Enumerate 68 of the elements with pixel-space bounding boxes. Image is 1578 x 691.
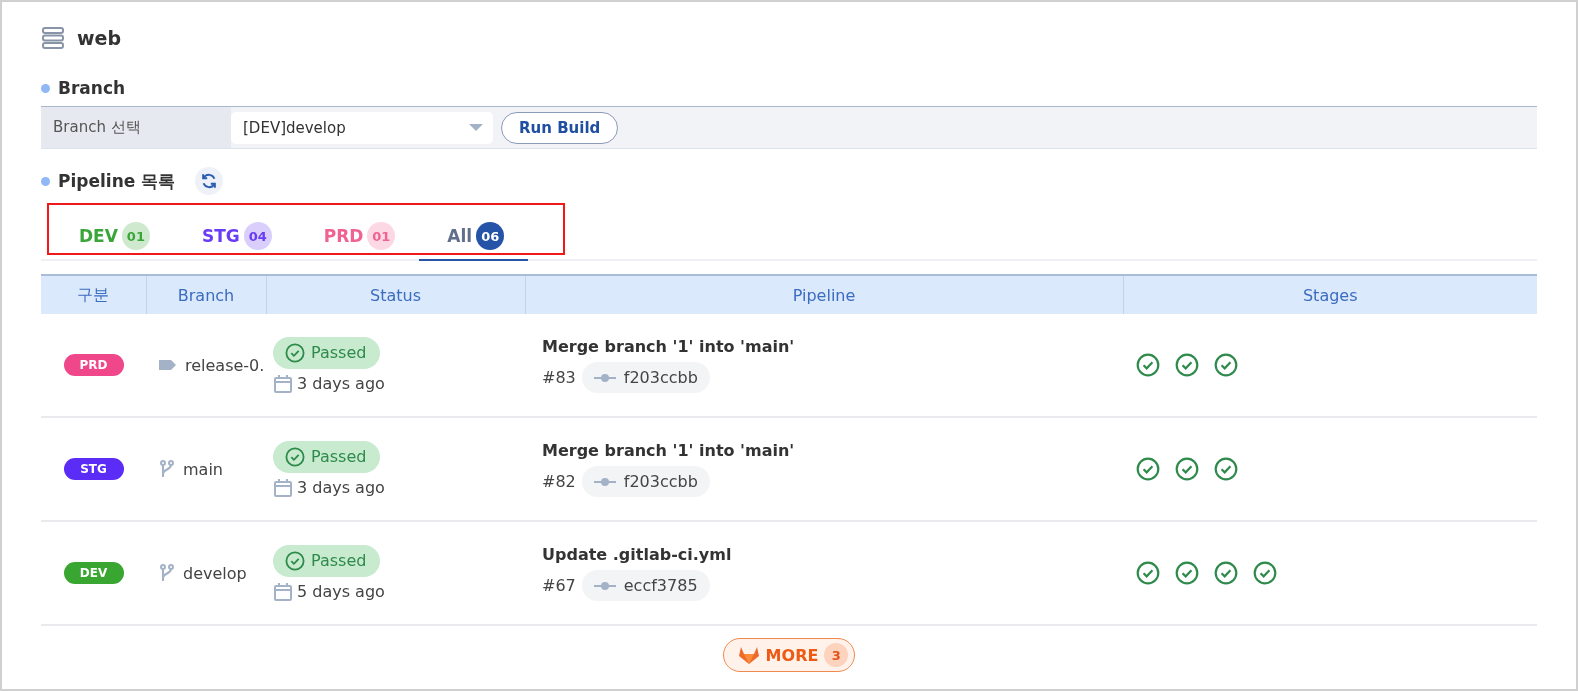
commit-chip[interactable]: f203ccbb (581, 466, 710, 497)
time-text: 3 days ago (297, 478, 385, 497)
branch-name: develop (183, 563, 247, 583)
column-header: Stages (1123, 275, 1537, 314)
pipeline-number[interactable]: #83 (542, 368, 576, 387)
calendar-icon (273, 581, 293, 602)
column-header: Status (266, 275, 525, 314)
section-heading: Branch (58, 78, 126, 98)
check-circle-icon (285, 342, 305, 363)
stage-passed-icon (1136, 561, 1160, 585)
calendar-icon (273, 373, 293, 394)
server-icon (41, 27, 65, 49)
branch-name: release-0. (185, 355, 265, 375)
time-text: 5 days ago (297, 582, 385, 601)
status-badge: Passed (273, 440, 381, 473)
pipeline-title[interactable]: Update .gitlab-ci.yml (542, 545, 1122, 564)
column-header: 구분 (41, 275, 146, 314)
bullet-icon (41, 176, 50, 186)
field-label: Branch 선택 (41, 107, 231, 148)
refresh-icon (200, 172, 219, 190)
commit-chip[interactable]: eccf3785 (581, 570, 710, 601)
status-badge: Passed (273, 336, 381, 369)
stage-passed-icon (1253, 561, 1277, 585)
branch-icon (159, 460, 175, 478)
bullet-icon (41, 83, 50, 93)
filter-tab[interactable]: STG 04 (173, 213, 296, 261)
count-badge: 06 (476, 222, 505, 250)
stage-passed-icon (1175, 457, 1199, 481)
pipeline-title[interactable]: Merge branch '1' into 'main' (542, 337, 1122, 356)
stage-passed-icon (1136, 353, 1160, 377)
stage-passed-icon (1214, 561, 1238, 585)
env-badge: PRD (63, 354, 124, 376)
stage-passed-icon (1214, 353, 1238, 377)
commit-icon (593, 372, 616, 383)
tag-icon (159, 359, 177, 371)
calendar-icon (273, 477, 293, 498)
count-badge: 01 (367, 222, 396, 250)
column-header: Pipeline (525, 275, 1123, 314)
commit-icon (593, 580, 616, 591)
caret-icon (469, 123, 483, 132)
stage-passed-icon (1136, 457, 1160, 481)
page-title: web (77, 27, 122, 49)
stage-passed-icon (1175, 353, 1199, 377)
branch-name: main (183, 459, 223, 479)
pipeline-number[interactable]: #67 (542, 576, 576, 595)
section-heading: Pipeline 목록 (58, 169, 176, 193)
count-badge: 01 (121, 222, 150, 250)
branch-select[interactable]: [DEV]develop (231, 111, 493, 144)
stage-passed-icon (1214, 457, 1238, 481)
commit-chip[interactable]: f203ccbb (581, 362, 710, 393)
env-badge: DEV (63, 562, 124, 584)
commit-icon (593, 476, 616, 487)
fox-icon (737, 645, 760, 665)
column-header: Branch (146, 275, 266, 314)
check-circle-icon (285, 550, 305, 571)
pipeline-title[interactable]: Merge branch '1' into 'main' (542, 441, 1122, 460)
stage-passed-icon (1175, 561, 1199, 585)
count-badge: 04 (243, 222, 272, 250)
run-build-button[interactable]: Run Build (501, 111, 619, 144)
check-circle-icon (285, 446, 305, 467)
refresh-button[interactable] (195, 167, 224, 195)
pipeline-number[interactable]: #82 (542, 472, 576, 491)
count-badge: 3 (824, 643, 849, 667)
filter-tab[interactable]: All 06 (419, 213, 529, 261)
time-text: 3 days ago (297, 374, 385, 393)
env-badge: STG (63, 458, 124, 480)
branch-icon (159, 564, 175, 582)
status-badge: Passed (273, 544, 381, 577)
